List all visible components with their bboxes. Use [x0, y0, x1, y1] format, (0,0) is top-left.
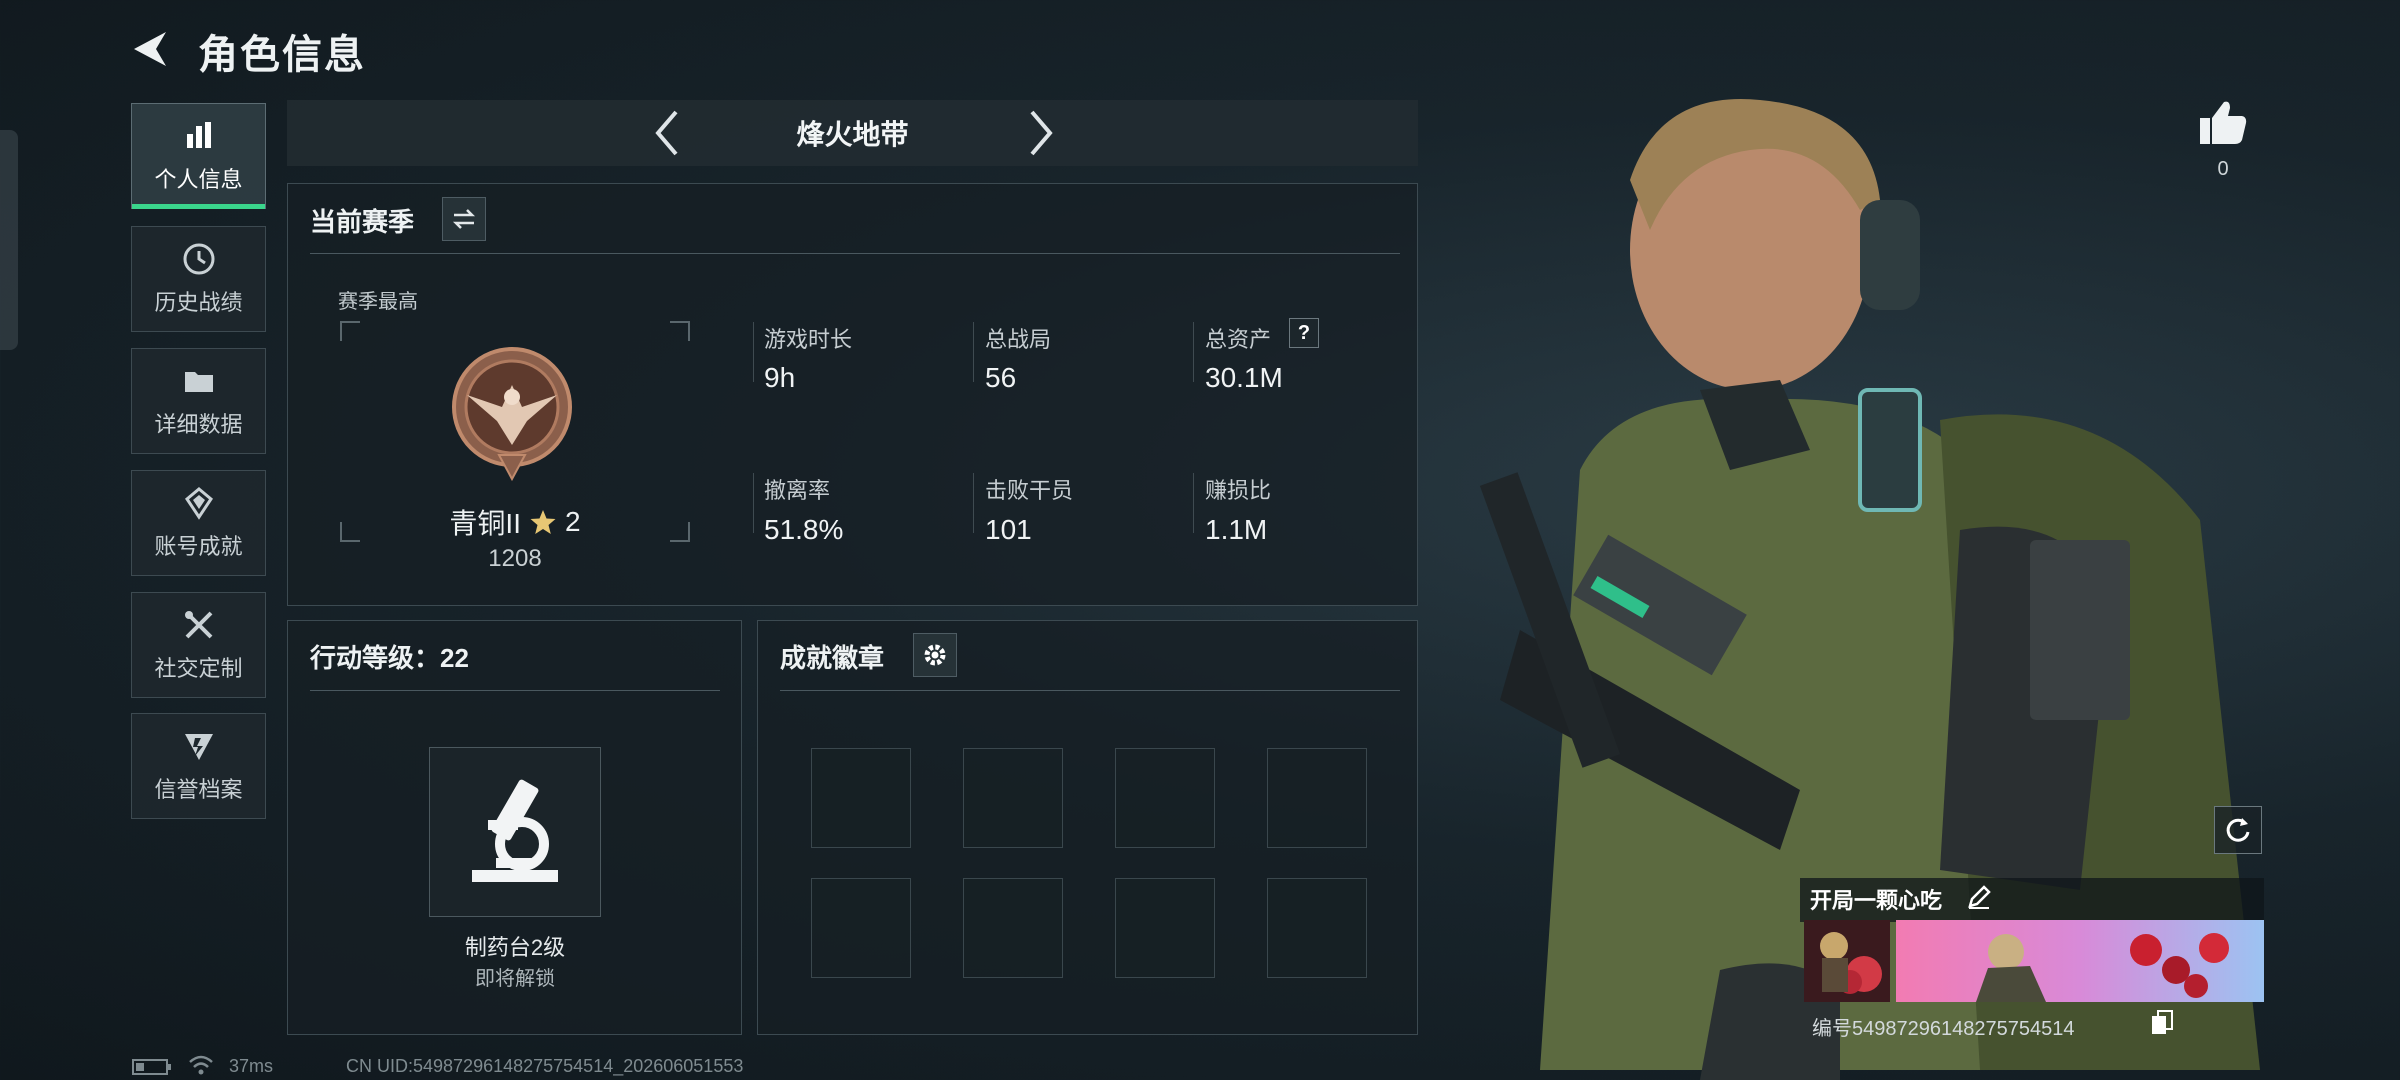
clock-icon [183, 243, 214, 275]
rank-line: 青铜II 2 [340, 502, 690, 542]
sidebar-item-label: 社交定制 [154, 656, 243, 681]
divider [753, 322, 754, 382]
badge-slot[interactable] [1115, 878, 1215, 978]
edit-name-button[interactable] [1966, 884, 1992, 910]
stat-label: 击败干员 [985, 478, 1074, 503]
level-title: 行动等级：22 [310, 643, 469, 673]
stat-value: 1.1M [1205, 514, 1268, 545]
frame-corner [670, 321, 690, 341]
badge-slot[interactable] [811, 748, 911, 848]
badge-slot[interactable] [811, 878, 911, 978]
wifi-icon [188, 1054, 214, 1080]
chevron-left-icon [655, 110, 678, 156]
folder-icon [184, 372, 213, 392]
thumbs-up-icon[interactable] [2198, 98, 2248, 146]
sidebar-item-label: 历史战绩 [154, 290, 243, 315]
divider [310, 253, 1400, 254]
badge-title: 成就徽章 [780, 643, 885, 673]
avatar-card[interactable] [1804, 920, 1890, 1002]
chevron-right-icon [1030, 110, 1053, 156]
stat-value: 30.1M [1205, 362, 1283, 393]
badge-settings-button[interactable] [913, 633, 957, 677]
pencil-icon [1968, 885, 1991, 909]
season-peak-label: 赛季最高 [338, 291, 418, 313]
edge-handle [0, 130, 18, 350]
page-title: 角色信息 [198, 33, 366, 77]
player-uid: 编号54987296148275754514 [1812, 1018, 2075, 1040]
ping-value: 37ms [229, 1056, 274, 1076]
badge-slot[interactable] [963, 878, 1063, 978]
frame-corner [340, 321, 360, 341]
mode-prev-button[interactable] [648, 108, 688, 158]
sidebar-item-history[interactable]: 历史战绩 [131, 226, 266, 332]
stat-label: 撤离率 [764, 478, 831, 503]
season-switch-button[interactable] [442, 197, 486, 241]
battery-icon [132, 1057, 172, 1080]
stat-label: 总资产 [1205, 327, 1272, 352]
microscope-icon [472, 779, 558, 882]
refresh-button[interactable] [2214, 806, 2262, 854]
star-icon [530, 510, 556, 534]
badge-slot[interactable] [963, 748, 1063, 848]
sidebar-item-label: 个人信息 [154, 167, 243, 192]
gear-icon [924, 644, 946, 666]
copy-uid-button[interactable] [2150, 1010, 2174, 1036]
unlock-item-button[interactable] [429, 747, 601, 917]
refresh-icon [2226, 818, 2250, 842]
sidebar-item-details[interactable]: 详细数据 [131, 348, 266, 454]
sidebar-item-reputation[interactable]: 信誉档案 [131, 713, 266, 819]
stat-label: 游戏时长 [764, 327, 853, 352]
player-name: 开局一颗心吃 [1810, 888, 1943, 913]
bar-chart-icon [186, 122, 211, 148]
achievement-icon [184, 487, 213, 520]
badge-slot[interactable] [1115, 748, 1215, 848]
mode-next-button[interactable] [1020, 108, 1060, 158]
copy-icon [2152, 1010, 2173, 1034]
stat-label: 总战局 [985, 327, 1052, 352]
cn-uid: CN UID:54987296148275754514_202606051553 [346, 1056, 744, 1076]
rank-points: 1208 [488, 545, 542, 572]
sidebar-item-social[interactable]: 社交定制 [131, 592, 266, 698]
mode-title: 烽火地带 [796, 119, 909, 150]
divider [310, 690, 720, 691]
unlock-status: 即将解锁 [475, 968, 555, 990]
shield-icon [184, 734, 213, 760]
stat-value: 56 [985, 362, 1017, 393]
sidebar-item-achievements[interactable]: 账号成就 [131, 470, 266, 576]
back-arrow-icon [134, 32, 166, 66]
sidebar-item-label: 信誉档案 [154, 777, 243, 802]
name-card-banner[interactable] [1896, 920, 2264, 1002]
sidebar-item-label: 账号成就 [154, 534, 243, 559]
stat-value: 51.8% [764, 514, 844, 545]
divider [1193, 322, 1194, 382]
stat-value: 101 [985, 514, 1032, 545]
divider [1193, 473, 1194, 533]
divider [973, 473, 974, 533]
tools-icon [184, 611, 212, 639]
stat-value: 9h [764, 362, 796, 393]
back-button[interactable] [128, 26, 174, 72]
season-title: 当前赛季 [310, 207, 415, 237]
stat-label: 赚损比 [1205, 478, 1272, 503]
rank-stars: 2 [564, 506, 581, 537]
rank-name: 青铜II [449, 508, 521, 539]
divider [753, 473, 754, 533]
sidebar-item-profile[interactable]: 个人信息 [131, 103, 266, 209]
unlock-name: 制药台2级 [464, 935, 566, 960]
like-count: 0 [2217, 158, 2229, 180]
divider [973, 322, 974, 382]
sidebar-item-label: 详细数据 [154, 412, 243, 437]
swap-icon [452, 209, 476, 229]
rank-emblem-icon [447, 345, 577, 485]
